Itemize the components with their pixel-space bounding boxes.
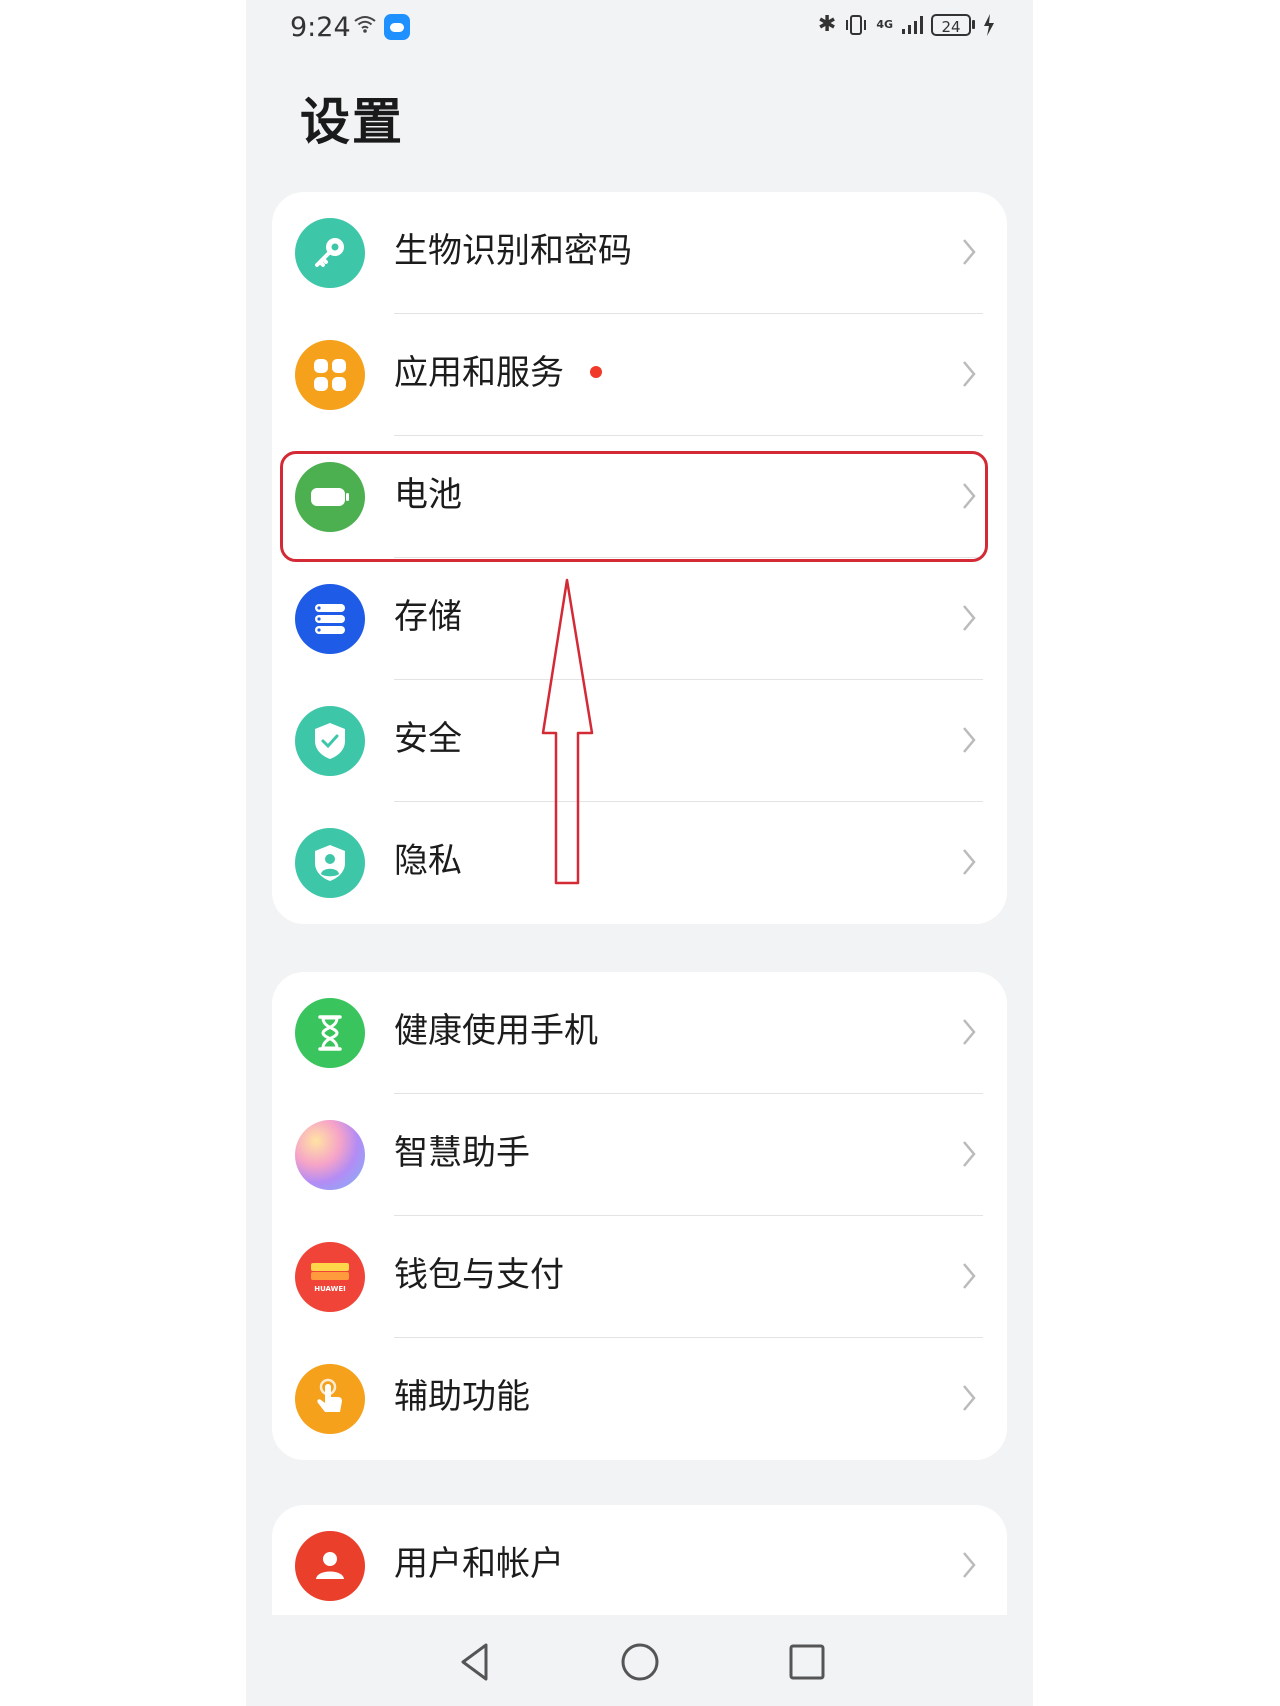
settings-group-2: 健康使用手机 智慧助手 HUAWEI 钱包与支付 辅助功能: [272, 972, 1007, 1460]
chevron-right-icon: [963, 1552, 976, 1578]
chevron-right-icon: [963, 1141, 976, 1167]
recents-icon[interactable]: [784, 1639, 830, 1685]
settings-item-wallet[interactable]: HUAWEI 钱包与支付: [272, 1216, 1007, 1338]
settings-item-smart-assistant[interactable]: 智慧助手: [272, 1094, 1007, 1216]
settings-item-label: 健康使用手机: [394, 1011, 598, 1051]
settings-item-users-accounts[interactable]: 用户和帐户: [272, 1505, 1007, 1627]
settings-item-label: 用户和帐户: [394, 1544, 564, 1584]
home-icon[interactable]: [617, 1639, 663, 1685]
back-icon[interactable]: [453, 1639, 499, 1685]
assistant-orb-icon: [295, 1120, 365, 1190]
up-arrow-annotation: [541, 578, 594, 885]
settings-item-label: 辅助功能: [394, 1377, 530, 1417]
chevron-right-icon: [963, 1263, 976, 1289]
settings-item-accessibility[interactable]: 辅助功能: [272, 1338, 1007, 1460]
user-icon: [295, 1531, 365, 1601]
chevron-right-icon: [963, 1019, 976, 1045]
hand-touch-icon: [295, 1364, 365, 1434]
settings-item-label: 智慧助手: [394, 1133, 530, 1173]
settings-item-label: 钱包与支付: [394, 1255, 564, 1295]
chevron-right-icon: [963, 1385, 976, 1411]
wallet-icon-text: HUAWEI: [314, 1285, 346, 1293]
settings-item-digital-balance[interactable]: 健康使用手机: [272, 972, 1007, 1094]
hourglass-icon: [295, 998, 365, 1068]
system-nav-bar: [246, 1615, 1033, 1706]
wallet-icon: HUAWEI: [295, 1242, 365, 1312]
phone-screen: 9:24 ✱ 4G 24 设置 生物识别和密码 应用和服务 电池 存储 安全 隐…: [246, 0, 1033, 1706]
